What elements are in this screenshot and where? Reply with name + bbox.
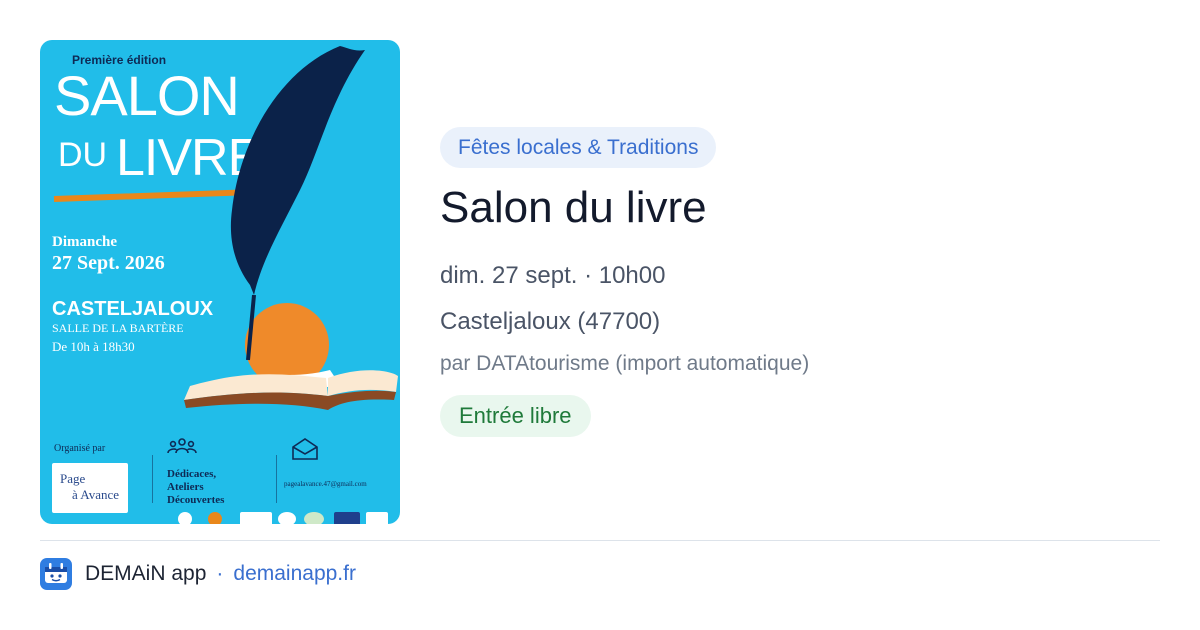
category-chip[interactable]: Fêtes locales & Traditions xyxy=(440,127,717,168)
poster-day: Dimanche xyxy=(52,234,117,250)
quill-and-book-illustration xyxy=(184,46,398,410)
site-link[interactable]: demainapp.fr xyxy=(233,562,356,586)
poster-date: 27 Sept. 2026 xyxy=(52,252,165,274)
event-location: Casteljaloux (47700) xyxy=(440,308,661,335)
partner-logo xyxy=(178,512,192,524)
partner-logo xyxy=(304,512,324,524)
partner-logo xyxy=(240,512,272,524)
partner-logo xyxy=(366,512,388,524)
price-badge: Entrée libre xyxy=(440,395,591,437)
mail-icon xyxy=(292,438,318,460)
organizer-logo-line1: Page xyxy=(60,471,86,486)
poster-divider xyxy=(276,455,277,503)
event-poster-image[interactable]: Première édition SALON DU LIVRE Dimanche… xyxy=(40,40,400,524)
partner-logo xyxy=(208,512,222,524)
footer-divider xyxy=(40,540,1160,541)
poster-email: pagealavance.47@gmail.com xyxy=(284,480,367,488)
app-name: DEMAiN app xyxy=(85,562,207,585)
partner-logo xyxy=(278,512,296,524)
partner-logo xyxy=(334,512,360,524)
event-datetime: dim. 27 sept. · 10h00 xyxy=(440,262,666,289)
poster-hours: De 10h à 18h30 xyxy=(52,339,135,354)
people-icon xyxy=(167,438,197,454)
event-source: par DATAtourisme (import automatique) xyxy=(440,352,810,375)
event-title: Salon du livre xyxy=(440,183,707,232)
footer: DEMAiN app · demainapp.fr xyxy=(40,558,356,590)
poster-activities: Dédicaces, Ateliers Découvertes xyxy=(167,468,225,506)
organizer-logo: Page à Avance xyxy=(52,463,128,513)
organizer-logo-line2: à Avance xyxy=(72,487,120,502)
demain-app-logo-icon xyxy=(40,558,72,590)
poster-organized-by: Organisé par xyxy=(54,443,106,454)
poster-venue: SALLE DE LA BARTÈRE xyxy=(52,321,184,335)
footer-separator: · xyxy=(216,562,224,585)
poster-divider xyxy=(152,455,153,503)
poster-title-du: DU xyxy=(58,136,108,174)
